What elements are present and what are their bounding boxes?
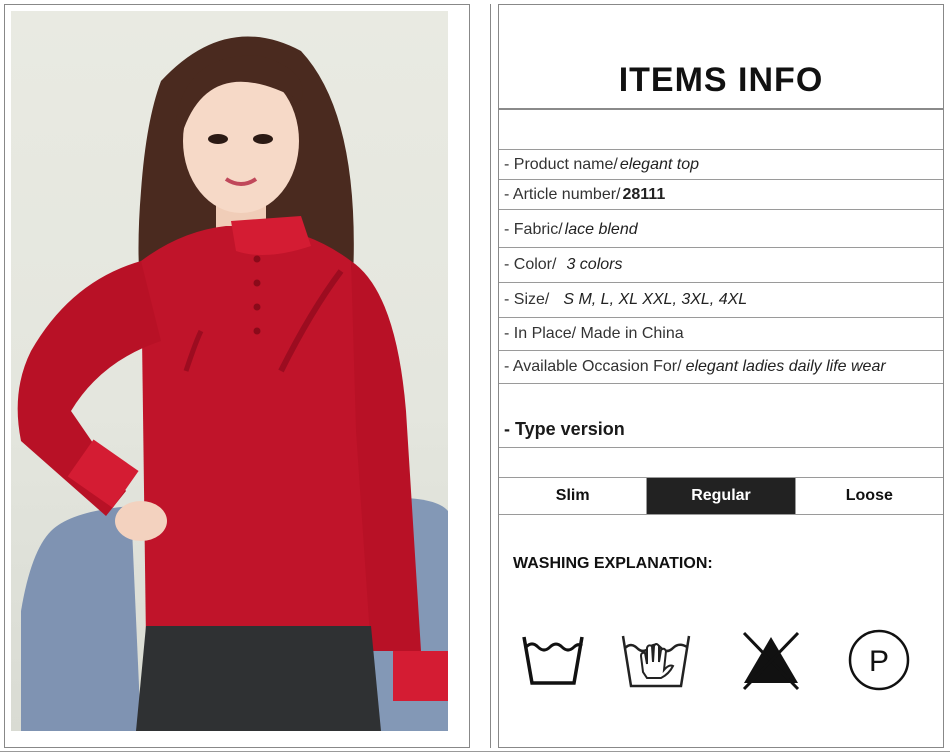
info-row-made-in: - In Place/ Made in China xyxy=(499,318,943,351)
info-row-article-number: - Article number/ 28111 xyxy=(499,180,943,210)
info-label: - Size/ xyxy=(504,291,550,308)
machine-wash-icon xyxy=(513,610,593,710)
stand-collar xyxy=(231,216,311,255)
items-info-panel: ITEMS INFO - Product name/ elegant top -… xyxy=(498,4,944,748)
info-value: lace blend xyxy=(564,221,638,238)
items-info-title: ITEMS INFO xyxy=(618,61,824,99)
type-version-row: - Type version xyxy=(499,384,943,448)
button xyxy=(253,327,261,335)
hand-wash-icon xyxy=(617,610,697,710)
button xyxy=(253,303,261,311)
model-illustration xyxy=(17,36,448,731)
tab-loose[interactable]: Loose xyxy=(795,478,943,514)
left-eye xyxy=(208,134,228,144)
left-hand xyxy=(115,501,167,541)
tab-regular[interactable]: Regular xyxy=(647,478,796,514)
info-row-occasion: - Available Occasion For/ elegant ladies… xyxy=(499,351,943,384)
info-row-product-name: - Product name/ elegant top xyxy=(499,150,943,180)
professional-dry-clean-icon: P xyxy=(839,610,919,710)
leather-skirt xyxy=(136,626,381,731)
info-label: - Product name/ xyxy=(504,155,618,173)
type-version-label: - Type version xyxy=(504,419,625,439)
info-value: 3 colors xyxy=(566,256,623,273)
info-row-fabric: - Fabric/ lace blend xyxy=(499,213,943,248)
button xyxy=(253,255,261,263)
washing-title: WASHING EXPLANATION: xyxy=(513,555,713,572)
button xyxy=(253,279,261,287)
dry-clean-letter: P xyxy=(869,645,889,678)
title-row: ITEMS INFO xyxy=(499,5,943,110)
chair-left xyxy=(21,506,141,731)
divider xyxy=(490,4,491,748)
right-cuff xyxy=(393,651,448,701)
tab-slim[interactable]: Slim xyxy=(499,478,648,514)
info-value: 28111 xyxy=(622,185,666,203)
info-label: - Article number/ xyxy=(504,185,621,203)
spacer-row xyxy=(499,110,943,150)
washing-icons: P xyxy=(499,610,943,720)
info-value: elegant ladies daily life wear xyxy=(685,358,886,375)
fit-tabs: Slim Regular Loose xyxy=(499,477,943,515)
info-label: - Available Occasion For/ xyxy=(504,358,682,375)
info-label: - Color/ xyxy=(504,256,557,273)
do-not-bleach-icon xyxy=(731,610,811,710)
info-row-color: - Color/ 3 colors xyxy=(499,248,943,283)
info-label: - Fabric/ xyxy=(504,221,563,238)
info-value: elegant top xyxy=(619,155,700,173)
info-value: S M, L, XL XXL, 3XL, 4XL xyxy=(563,291,748,308)
info-row-size: - Size/ S M, L, XL XXL, 3XL, 4XL xyxy=(499,283,943,318)
info-label: - In Place/ Made in China xyxy=(504,325,684,342)
product-photo xyxy=(11,11,448,731)
blouse-body xyxy=(141,226,371,641)
right-eye xyxy=(253,134,273,144)
